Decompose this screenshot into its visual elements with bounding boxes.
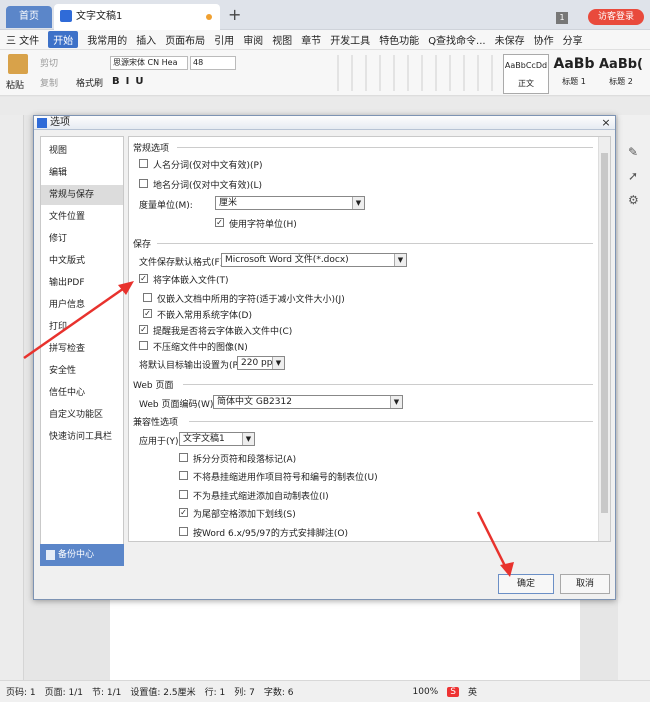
ime-icon[interactable]: S <box>447 686 459 697</box>
status-page: 页码: 1 <box>6 688 36 698</box>
status-bar: 页码: 1 页面: 1/1 节: 1/1 设置值: 2.5厘米 行: 1 列: … <box>0 680 650 702</box>
arrowhead <box>118 281 134 295</box>
status-row: 行: 1 <box>204 688 226 698</box>
arrow-to-ok-button <box>476 511 510 573</box>
arrow-to-embed-fonts <box>23 282 131 360</box>
status-pages: 页面: 1/1 <box>44 688 84 698</box>
status-section: 节: 1/1 <box>92 688 122 698</box>
status-setting: 设置值: 2.5厘米 <box>130 688 196 698</box>
status-wordcount[interactable]: 字数: 6 <box>264 685 294 698</box>
arrowhead <box>500 562 514 577</box>
zoom-level[interactable]: 100% <box>413 687 439 697</box>
status-col: 列: 7 <box>234 688 255 698</box>
annotation-arrows <box>23 281 514 577</box>
ime-mode[interactable]: 英 <box>468 685 477 698</box>
